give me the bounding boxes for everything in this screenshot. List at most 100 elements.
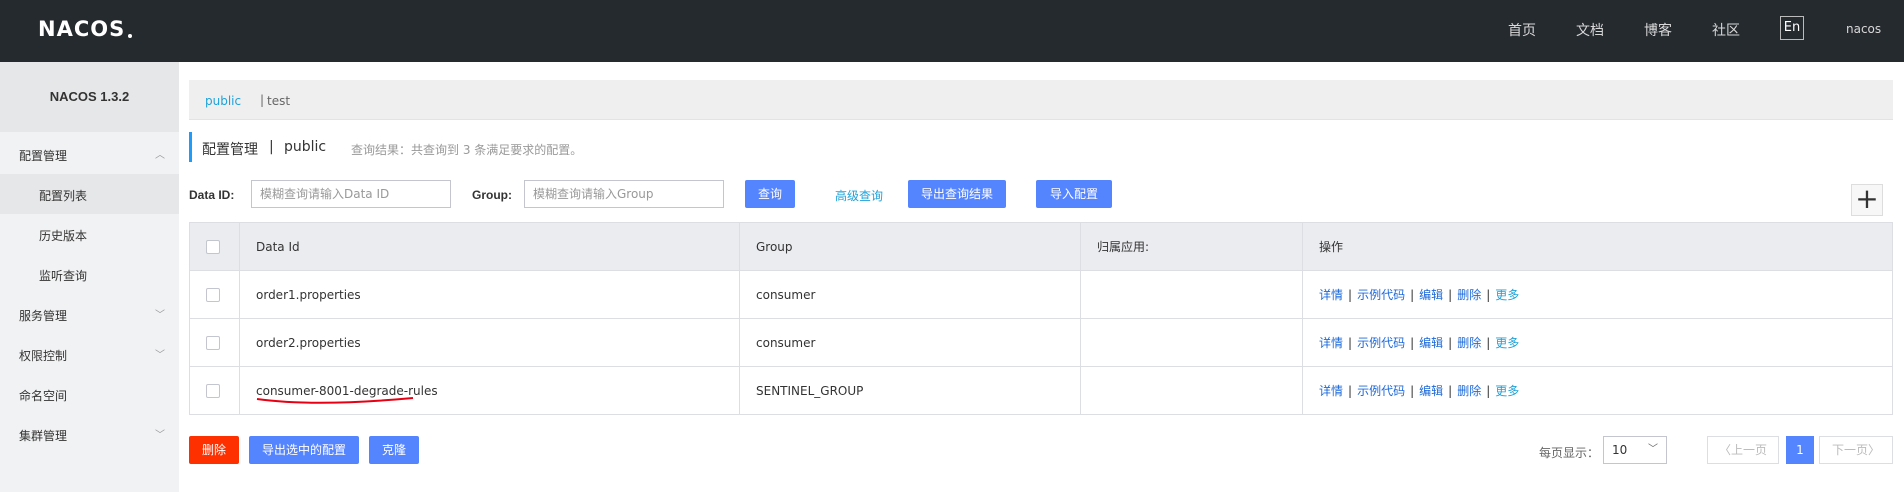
title-separator: |: [269, 139, 274, 155]
next-page-button[interactable]: 下一页〉: [1819, 436, 1893, 464]
sidebar-item-config-management[interactable]: 配置管理 ︿: [0, 134, 179, 174]
sidebar-item-service-management[interactable]: 服务管理 ﹀: [0, 294, 179, 334]
chevron-up-icon: ︿: [155, 150, 165, 161]
group-input[interactable]: 模糊查询请输入Group: [524, 180, 724, 208]
ops-sep: |: [1448, 384, 1453, 398]
prev-page-button[interactable]: 〈上一页: [1707, 436, 1779, 464]
sidebar-item-listener-query[interactable]: 监听查询: [0, 254, 179, 294]
page-title: 配置管理: [202, 142, 258, 158]
sidebar-item-access-control[interactable]: 权限控制 ﹀: [0, 334, 179, 374]
edit-link[interactable]: 编辑: [1419, 336, 1443, 350]
column-header-data-id: Data Id: [239, 222, 740, 271]
cell-ops: 详情 | 示例代码 | 编辑 | 删除 | 更多: [1302, 270, 1893, 319]
cell-ops: 详情 | 示例代码 | 编辑 | 删除 | 更多: [1302, 366, 1893, 415]
namespace-test-link[interactable]: test: [267, 94, 290, 108]
sidebar-item-cluster-management[interactable]: 集群管理 ﹀: [0, 414, 179, 454]
cell-group: consumer: [739, 270, 1081, 319]
nav-blog[interactable]: 博客: [1644, 20, 1672, 40]
cell-data-id: order1.properties: [239, 270, 740, 319]
more-link[interactable]: 更多: [1495, 384, 1519, 398]
import-config-button[interactable]: 导入配置: [1036, 180, 1112, 208]
main-content: public | test 配置管理 | public 查询结果：共查询到 3 …: [179, 62, 1904, 492]
export-selected-button[interactable]: 导出选中的配置: [249, 436, 359, 464]
cell-data-id: order2.properties: [239, 318, 740, 367]
cell-app: [1080, 270, 1303, 319]
advanced-query-link[interactable]: 高级查询: [835, 187, 883, 204]
sidebar-item-label: 服务管理: [19, 309, 68, 323]
nav-community[interactable]: 社区: [1712, 20, 1740, 40]
column-header-group: Group: [739, 222, 1081, 271]
sidebar-item-label: 权限控制: [19, 349, 68, 363]
delete-link[interactable]: 删除: [1457, 288, 1481, 302]
sidebar-item-history[interactable]: 历史版本: [0, 214, 179, 254]
nav-docs[interactable]: 文档: [1576, 20, 1604, 40]
ops-sep: |: [1448, 288, 1453, 302]
cell-app: [1080, 318, 1303, 367]
table-row: consumer-8001-degrade-rules SENTINEL_GRO…: [189, 366, 1893, 415]
cell-group: consumer: [739, 318, 1081, 367]
search-button[interactable]: 查询: [745, 180, 795, 208]
sample-code-link[interactable]: 示例代码: [1357, 336, 1405, 350]
ops-sep: |: [1410, 288, 1415, 302]
edit-link[interactable]: 编辑: [1419, 384, 1443, 398]
detail-link[interactable]: 详情: [1319, 384, 1343, 398]
clone-button[interactable]: 克隆: [369, 436, 419, 464]
sidebar-item-label: 历史版本: [39, 229, 88, 243]
row-checkbox[interactable]: [206, 335, 220, 350]
page-size-select[interactable]: 10 ﹀: [1603, 436, 1667, 464]
title-namespace: public: [284, 139, 327, 155]
nacos-logo[interactable]: NACOS: [38, 17, 133, 41]
ops-sep: |: [1486, 288, 1491, 302]
page-size-value: 10: [1612, 443, 1628, 457]
user-name[interactable]: nacos: [1846, 22, 1881, 36]
red-underline-annotation: [256, 397, 414, 404]
sidebar-item-label: 命名空间: [19, 389, 68, 403]
row-select-cell: [189, 318, 240, 367]
detail-link[interactable]: 详情: [1319, 288, 1343, 302]
sidebar-item-config-list[interactable]: 配置列表: [0, 174, 179, 214]
export-results-button[interactable]: 导出查询结果: [908, 180, 1006, 208]
more-link[interactable]: 更多: [1495, 288, 1519, 302]
chevron-down-icon: ﹀: [155, 310, 165, 321]
column-header-ops: 操作: [1302, 222, 1893, 271]
group-label: Group:: [472, 188, 512, 202]
delete-link[interactable]: 删除: [1457, 336, 1481, 350]
namespace-separator: |: [260, 93, 265, 107]
delete-link[interactable]: 删除: [1457, 384, 1481, 398]
top-header: NACOS 首页 文档 博客 社区 En nacos: [0, 0, 1904, 62]
more-link[interactable]: 更多: [1495, 336, 1519, 350]
nav-home[interactable]: 首页: [1508, 20, 1536, 40]
cell-ops: 详情 | 示例代码 | 编辑 | 删除 | 更多: [1302, 318, 1893, 367]
data-id-label: Data ID:: [189, 188, 235, 202]
delete-button[interactable]: 删除: [189, 436, 239, 464]
prev-page-label: 上一页: [1731, 443, 1768, 457]
table-row: order1.properties consumer 详情 | 示例代码 | 编辑 | 删除…: [189, 270, 1893, 319]
sample-code-link[interactable]: 示例代码: [1357, 288, 1405, 302]
namespace-bar: public | test: [189, 80, 1893, 120]
sample-code-link[interactable]: 示例代码: [1357, 384, 1405, 398]
namespace-public-link[interactable]: public: [205, 94, 241, 108]
sidebar-item-namespace[interactable]: 命名空间: [0, 374, 179, 414]
logo-text: NACOS: [38, 17, 126, 41]
add-config-button[interactable]: +: [1851, 184, 1883, 216]
ops-sep: |: [1410, 336, 1415, 350]
language-switch-button[interactable]: En: [1780, 16, 1804, 40]
row-checkbox[interactable]: [206, 383, 220, 398]
page-title-bar: 配置管理 | public 查询结果：共查询到 3 条满足要求的配置。: [189, 132, 582, 162]
data-id-input[interactable]: 模糊查询请输入Data ID: [251, 180, 451, 208]
edit-link[interactable]: 编辑: [1419, 288, 1443, 302]
sidebar-item-label: 监听查询: [39, 269, 88, 283]
logo-dot: [128, 34, 133, 38]
current-page-button[interactable]: 1: [1786, 436, 1814, 464]
select-all-checkbox[interactable]: [206, 239, 220, 254]
row-checkbox[interactable]: [206, 287, 220, 302]
detail-link[interactable]: 详情: [1319, 336, 1343, 350]
ops-sep: |: [1486, 384, 1491, 398]
cell-data-id: consumer-8001-degrade-rules: [239, 366, 740, 415]
sidebar-item-label: 配置列表: [39, 189, 88, 203]
row-select-cell: [189, 366, 240, 415]
select-all-cell: [189, 222, 240, 271]
row-select-cell: [189, 270, 240, 319]
ops-sep: |: [1348, 336, 1353, 350]
chevron-right-icon: 〉: [1868, 443, 1881, 457]
